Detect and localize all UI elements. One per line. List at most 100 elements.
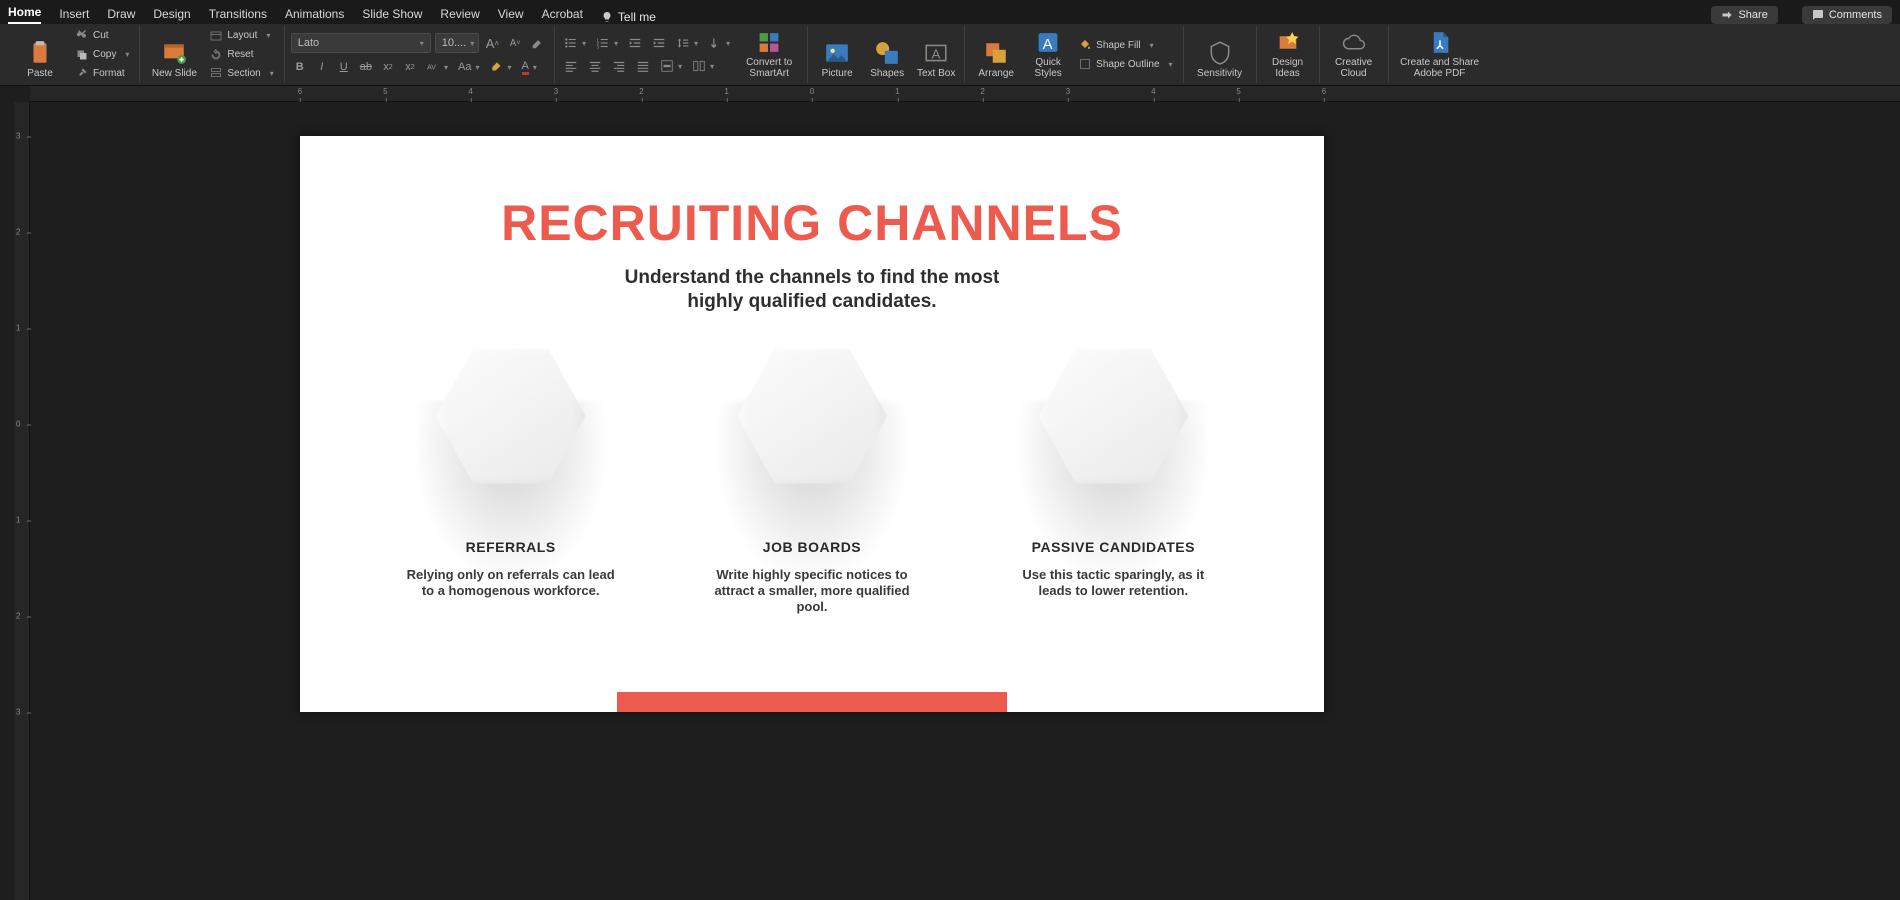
subscript-button[interactable]: x2 (379, 58, 397, 76)
tab-home[interactable]: Home (8, 2, 41, 24)
numbering-button[interactable]: 123▾ (593, 34, 621, 52)
share-label: Share (1738, 9, 1767, 21)
tab-view[interactable]: View (498, 4, 524, 24)
text-dir-icon (708, 36, 722, 50)
shapes-label: Shapes (870, 68, 904, 79)
layout-button[interactable]: Layout▾ (206, 28, 277, 44)
font-size-select[interactable]: 10....▾ (435, 33, 479, 53)
picture-button[interactable]: Picture (814, 28, 860, 81)
clear-formatting-button[interactable] (528, 34, 548, 52)
design-ideas-button[interactable]: Design Ideas (1263, 28, 1313, 81)
convert-smartart-button[interactable]: Convert to SmartArt (737, 28, 801, 81)
bullets-button[interactable]: ▾ (561, 34, 589, 52)
paste-button[interactable]: Paste (12, 28, 68, 81)
bold-button[interactable]: B (291, 58, 309, 76)
tab-slideshow[interactable]: Slide Show (362, 4, 422, 24)
tab-review[interactable]: Review (440, 4, 479, 24)
tab-design[interactable]: Design (153, 4, 190, 24)
new-slide-label: New Slide (152, 68, 197, 79)
outline-icon (1079, 58, 1091, 70)
share-button[interactable]: Share (1711, 6, 1777, 24)
cut-button[interactable]: Cut (72, 28, 133, 44)
italic-button[interactable]: I (313, 58, 331, 76)
strike-button[interactable]: ab (357, 58, 375, 76)
decrease-font-button[interactable]: A˅ (506, 34, 524, 52)
justify-button[interactable] (633, 57, 653, 75)
tell-me[interactable]: Tell me (601, 10, 656, 24)
tab-animations[interactable]: Animations (285, 4, 344, 24)
outdent-icon (628, 36, 642, 50)
tab-draw[interactable]: Draw (107, 4, 135, 24)
textbox-button[interactable]: A Text Box (914, 28, 958, 81)
increase-font-button[interactable]: A˄ (483, 34, 502, 52)
slide-canvas[interactable]: RECRUITING CHANNELS Understand the chann… (300, 136, 1324, 712)
font-name-select[interactable]: Lato▾ (291, 33, 431, 53)
card-passive[interactable]: PASSIVE CANDIDATES Use this tactic spari… (988, 341, 1238, 615)
card-job-boards[interactable]: JOB BOARDS Write highly specific notices… (687, 341, 937, 615)
group-clipboard: Paste Cut Copy▾ Format (6, 26, 140, 83)
numbering-icon: 123 (596, 36, 610, 50)
copy-icon (76, 49, 88, 61)
bulb-icon (601, 11, 613, 23)
pdf-icon (1427, 30, 1453, 55)
slide-title[interactable]: RECRUITING CHANNELS (300, 194, 1324, 252)
bullets-icon (564, 36, 578, 50)
sensitivity-icon (1207, 40, 1233, 66)
cloud-icon (1341, 30, 1367, 55)
arrange-icon (983, 40, 1009, 66)
new-slide-button[interactable]: New Slide (146, 28, 202, 81)
format-painter-button[interactable]: Format (72, 65, 133, 81)
highlight-button[interactable]: ▾ (487, 58, 515, 76)
group-slides: New Slide Layout▾ Reset Section▾ (140, 26, 284, 83)
align-center-button[interactable] (585, 57, 605, 75)
new-slide-icon (161, 40, 187, 66)
quick-styles-label: Quick Styles (1027, 57, 1069, 79)
align-right-icon (612, 59, 626, 73)
section-button[interactable]: Section▾ (206, 65, 277, 81)
sensitivity-button[interactable]: Sensitivity (1190, 28, 1250, 81)
arrange-button[interactable]: Arrange (971, 28, 1021, 81)
copy-button[interactable]: Copy▾ (72, 47, 133, 63)
decrease-indent-button[interactable] (625, 34, 645, 52)
card-referrals[interactable]: REFERRALS Relying only on referrals can … (386, 341, 636, 615)
align-left-icon (564, 59, 578, 73)
slide-subtitle[interactable]: Understand the channels to find the most… (300, 266, 1324, 314)
underline-button[interactable]: U (335, 58, 353, 76)
svg-text:A: A (932, 46, 941, 61)
text-direction-button[interactable]: ▾ (705, 34, 733, 52)
group-font: Lato▾ 10....▾ A˄ A˅ B I U ab x2 x2 AV▾ A… (285, 26, 555, 83)
character-spacing-button[interactable]: AV▾ (423, 58, 451, 76)
align-right-button[interactable] (609, 57, 629, 75)
shapes-button[interactable]: Shapes (864, 28, 910, 81)
shape-outline-button[interactable]: Shape Outline▾ (1075, 56, 1176, 72)
change-case-button[interactable]: Aa▾ (455, 58, 482, 76)
smartart-icon (756, 30, 782, 55)
shape-fill-button[interactable]: Shape Fill▾ (1075, 37, 1176, 53)
tab-insert[interactable]: Insert (59, 4, 89, 24)
superscript-button[interactable]: x2 (401, 58, 419, 76)
columns-icon (692, 59, 706, 73)
comments-button[interactable]: Comments (1802, 6, 1892, 24)
creative-cloud-button[interactable]: Creative Cloud (1326, 28, 1382, 81)
align-left-button[interactable] (561, 57, 581, 75)
increase-indent-button[interactable] (649, 34, 669, 52)
quick-styles-button[interactable]: A Quick Styles (1025, 28, 1071, 81)
columns-button[interactable]: ▾ (689, 57, 717, 75)
textbox-label: Text Box (917, 68, 955, 79)
layout-icon (210, 30, 222, 42)
quick-styles-icon: A (1035, 30, 1061, 55)
line-spacing-button[interactable]: ▾ (673, 34, 701, 52)
tab-acrobat[interactable]: Acrobat (542, 4, 583, 24)
comment-icon (1812, 9, 1824, 21)
tab-transitions[interactable]: Transitions (209, 4, 267, 24)
bucket-icon (1079, 39, 1091, 51)
font-color-button[interactable]: A▾ (519, 58, 540, 76)
reset-button[interactable]: Reset (206, 47, 277, 63)
align-vertical-button[interactable]: ▾ (657, 57, 685, 75)
paste-label: Paste (27, 68, 53, 79)
eraser-icon (531, 36, 545, 50)
shapes-icon (874, 40, 900, 66)
share-icon (1721, 9, 1733, 21)
create-pdf-label: Create and Share Adobe PDF (1397, 57, 1483, 79)
create-pdf-button[interactable]: Create and Share Adobe PDF (1395, 28, 1485, 81)
